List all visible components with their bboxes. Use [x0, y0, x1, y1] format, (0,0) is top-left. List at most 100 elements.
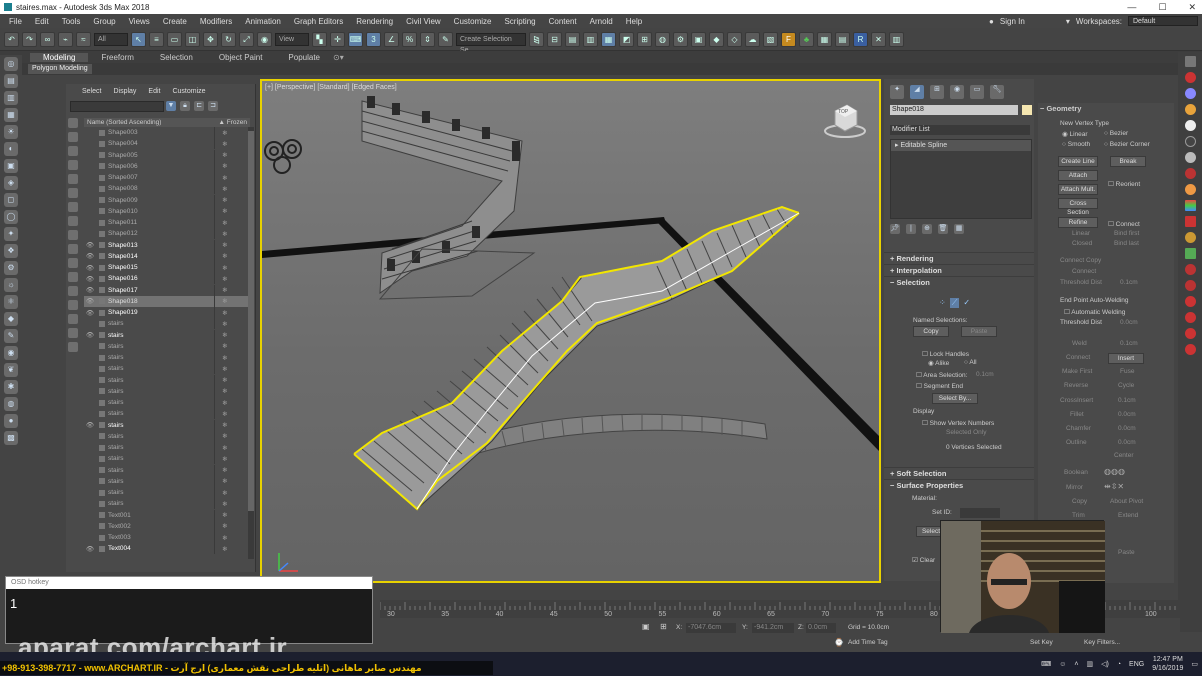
workspaces-dropdown[interactable]: Default — [1128, 16, 1198, 26]
list-item[interactable]: Text003 ❄ — [84, 532, 250, 543]
crossinsert-button[interactable]: CrossInsert — [1060, 397, 1093, 404]
material-sphere-icon[interactable] — [1184, 168, 1196, 179]
filter-spacewarps-icon[interactable] — [68, 188, 78, 198]
viewcube[interactable]: TOP — [823, 99, 867, 139]
select-by-button[interactable]: Select By... — [932, 393, 978, 404]
filter-icon[interactable]: ▼ — [166, 101, 176, 111]
layout-icon[interactable]: ▥ — [889, 31, 904, 47]
unlink-icon[interactable]: ⌁ — [58, 31, 73, 47]
menu-civil-view[interactable]: Civil View — [401, 17, 449, 26]
explorer-column-header[interactable]: Name (Sorted Ascending) ▲ Frozen — [84, 118, 250, 127]
globe-icon[interactable]: ◉ — [4, 346, 18, 360]
material-sphere-icon[interactable] — [1184, 152, 1196, 163]
list-item[interactable]: stairs ❄ — [84, 352, 250, 363]
list-item[interactable]: Text001 ❄ — [84, 509, 250, 521]
filter-lights-icon[interactable] — [68, 146, 78, 156]
center-checkbox[interactable]: Center — [1114, 452, 1134, 459]
reference-coordinate-dropdown[interactable]: View — [275, 32, 309, 46]
configure-sets-icon[interactable]: ▦ — [954, 224, 964, 234]
object-name-field[interactable]: Shape018 — [890, 105, 1018, 115]
frozen-icon[interactable]: ❄ — [222, 489, 227, 497]
spinner-snap-icon[interactable]: ⇕ — [420, 31, 435, 47]
frozen-icon[interactable]: ❄ — [222, 466, 227, 474]
snaps-toggle-icon[interactable]: 3 — [366, 31, 381, 47]
outline-button[interactable]: Outline — [1066, 439, 1087, 446]
list-item[interactable]: 👁︎ Text004 ❄ — [84, 543, 250, 555]
shell-icon[interactable]: ◍ — [4, 397, 18, 411]
reorient-checkbox[interactable]: ☐ Reorient — [1108, 180, 1140, 188]
visibility-eye-icon[interactable]: 👁︎ — [84, 545, 96, 553]
plugin-icon[interactable]: R — [853, 31, 868, 47]
fillet-value[interactable]: 0.0cm — [1118, 411, 1136, 418]
filter-frozen-icon[interactable] — [68, 258, 78, 268]
fillet-button[interactable]: Fillet — [1070, 411, 1084, 418]
filter-geometry-icon[interactable] — [68, 118, 78, 128]
explorer-menu-customize[interactable]: Customize — [166, 88, 211, 95]
vertex-mode-icon[interactable]: ⁘ — [939, 298, 946, 308]
list-item[interactable]: 👁︎ Shape018 ❄ — [84, 295, 250, 307]
cross-section-button[interactable]: Cross Section — [1058, 198, 1098, 216]
frozen-icon[interactable]: ❄ — [222, 219, 227, 227]
area-selection-checkbox[interactable]: ☐ Area Selection: — [916, 371, 967, 379]
material-editor-icon[interactable]: ◍ — [655, 31, 670, 47]
frozen-icon[interactable]: ❄ — [222, 264, 227, 272]
person-icon[interactable]: ☺ — [1059, 661, 1066, 668]
asset-icon[interactable]: ▦ — [4, 108, 18, 122]
list-item[interactable]: 👁︎ stairs ❄ — [84, 329, 250, 341]
tab-populate[interactable]: Populate — [275, 53, 333, 62]
list-item[interactable]: Shape003 ❄ — [84, 127, 250, 138]
perspective-viewport[interactable]: [+] [Perspective] [Standard] [Edged Face… — [260, 79, 881, 583]
frozen-icon[interactable]: ❄ — [222, 342, 227, 350]
material-sphere-icon[interactable] — [1184, 184, 1196, 195]
frozen-icon[interactable]: ❄ — [222, 151, 227, 159]
refine-button[interactable]: Refine — [1058, 217, 1098, 228]
system-icon[interactable]: ⚙ — [4, 261, 18, 275]
create-line-button[interactable]: Create Line — [1058, 156, 1098, 167]
mirror-axis-icon[interactable]: ⇹⇳✕ — [1104, 482, 1124, 491]
volume-icon[interactable]: ◁) — [1101, 660, 1109, 668]
frozen-icon[interactable]: ❄ — [222, 376, 227, 384]
paste-geometry-button[interactable]: Paste — [1118, 549, 1135, 556]
connect-copy-checkbox[interactable]: Connect — [1072, 268, 1096, 275]
ribbon-options-icon[interactable]: ⊙▾ — [333, 53, 344, 62]
trim-button[interactable]: Trim — [1072, 512, 1085, 519]
utilities-tab-icon[interactable]: 🔧︎ — [990, 85, 1004, 99]
crossinsert-value[interactable]: 0.1cm — [1118, 397, 1136, 404]
clock[interactable]: 12:47 PM 9/16/2019 — [1152, 655, 1183, 673]
smooth-radio[interactable]: ○ Smooth — [1062, 141, 1090, 148]
explorer-menu-display[interactable]: Display — [107, 88, 142, 95]
outline-value[interactable]: 0.0cm — [1118, 439, 1136, 446]
list-item[interactable]: Shape008 ❄ — [84, 183, 250, 195]
selected-only-checkbox[interactable]: Selected Only — [946, 429, 986, 436]
list-item[interactable]: 👁︎ Shape017 ❄ — [84, 284, 250, 296]
tab-selection[interactable]: Selection — [147, 53, 206, 62]
list-item[interactable]: Shape011 ❄ — [84, 217, 250, 228]
shape2-icon[interactable]: ◆ — [4, 312, 18, 326]
camera-icon[interactable]: ▣ — [4, 159, 18, 173]
angle-snap-icon[interactable]: ∠ — [384, 31, 399, 47]
visibility-eye-icon[interactable]: 👁︎ — [84, 421, 96, 429]
scale-icon[interactable]: ⤢ — [239, 31, 254, 47]
cube-icon[interactable]: ▩ — [4, 431, 18, 445]
render-setup-icon[interactable]: ⚙ — [673, 31, 688, 47]
frozen-icon[interactable]: ❄ — [222, 275, 227, 283]
frozen-icon[interactable]: ❄ — [222, 387, 227, 395]
threshold-dist-value[interactable]: 0.1cm — [1120, 279, 1138, 286]
select-by-name-icon[interactable]: ≡ — [149, 31, 164, 47]
modify-tab-icon[interactable]: ◢ — [910, 85, 924, 99]
menu-scripting[interactable]: Scripting — [499, 17, 543, 26]
filter-cameras-icon[interactable] — [68, 160, 78, 170]
sphere-icon[interactable]: ● — [4, 414, 18, 428]
list-item[interactable]: stairs ❄ — [84, 340, 250, 352]
lock-handles-checkbox[interactable]: ☐ Lock Handles — [922, 350, 969, 358]
redo-icon[interactable]: ↷ — [22, 31, 37, 47]
material-sphere-icon[interactable] — [1184, 280, 1196, 291]
list-item[interactable]: stairs ❄ — [84, 363, 250, 375]
menu-graph-editors[interactable]: Graph Editors — [289, 17, 351, 26]
rendered-frame-icon[interactable]: ▣ — [691, 31, 706, 47]
edit-named-selection-icon[interactable]: ✎ — [438, 31, 453, 47]
extend-button[interactable]: Extend — [1118, 512, 1138, 519]
undo-icon[interactable]: ↶ — [4, 31, 19, 47]
filter-all-icon[interactable] — [68, 286, 78, 296]
list-item[interactable]: 👁︎ Shape019 ❄ — [84, 307, 250, 318]
